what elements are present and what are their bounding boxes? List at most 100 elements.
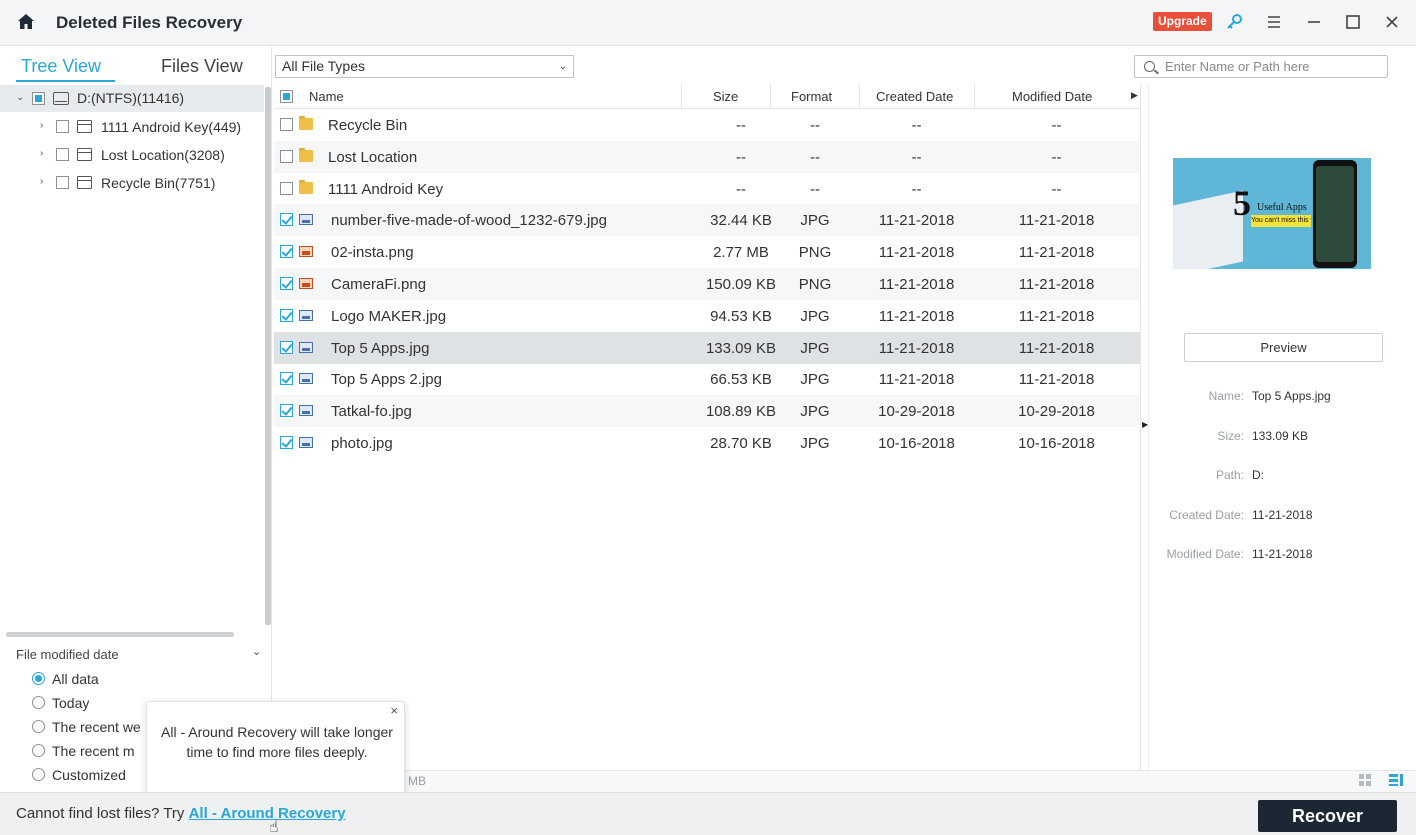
- row-checkbox[interactable]: [280, 340, 293, 354]
- row-checkbox[interactable]: [280, 277, 293, 290]
- table-row[interactable]: Logo MAKER.jpg 94.53 KB JPG 11-21-2018 11-21…: [274, 300, 1140, 332]
- table-row[interactable]: Lost Location -- -- -- --: [274, 140, 1140, 173]
- tree-item-drive[interactable]: ⌄ D:(NTFS)(11416): [0, 85, 264, 112]
- detail-label: Name:: [1208, 389, 1244, 403]
- tree-vertical-scrollbar[interactable]: [265, 87, 271, 625]
- tree-checkbox-drive[interactable]: [32, 92, 45, 105]
- preview-panel: 5 Useful Apps You can't miss this week P…: [1148, 84, 1416, 770]
- recover-button[interactable]: Recover: [1258, 800, 1397, 832]
- table-row[interactable]: number-five-made-of-wood_1232-679.jpg 32.…: [274, 204, 1140, 237]
- tree-item-android-key[interactable]: › 1111 Android Key(449): [0, 114, 264, 140]
- row-name: Recycle Bin: [328, 117, 408, 134]
- radio-customized[interactable]: [32, 768, 45, 781]
- column-divider: [859, 84, 860, 109]
- chevron-down-icon: ⌄: [558, 61, 567, 72]
- table-row[interactable]: Top 5 Apps 2.jpg 66.53 KB JPG 11-21-2018 11-…: [274, 363, 1140, 395]
- column-name[interactable]: Name: [309, 89, 344, 104]
- menu-icon[interactable]: [1264, 12, 1284, 32]
- tree-item-recycle-bin[interactable]: › Recycle Bin(7751): [0, 170, 264, 196]
- column-divider: [681, 84, 682, 109]
- table-row[interactable]: 02-insta.png 2.77 MB PNG 11-21-2018 11-21-20…: [274, 236, 1140, 268]
- file-table: Name Size Format Created Date Modified D…: [274, 84, 1140, 770]
- table-row[interactable]: Recycle Bin -- -- -- --: [274, 109, 1140, 141]
- tooltip-text: All - Around Recovery will take longer t…: [161, 724, 393, 760]
- bottom-prompt: Cannot find lost files? Try All - Around…: [16, 805, 346, 822]
- thumb-title: Useful Apps: [1257, 202, 1307, 213]
- radio-today[interactable]: [32, 696, 45, 709]
- tree-checkbox[interactable]: [56, 176, 69, 189]
- list-view-icon[interactable]: [1388, 773, 1404, 787]
- row-size: --: [736, 148, 746, 166]
- detail-label: Size:: [1217, 428, 1244, 443]
- detail-label: Path:: [1215, 468, 1244, 483]
- search-box[interactable]: [1134, 55, 1388, 78]
- radio-recent-month[interactable]: [32, 744, 45, 757]
- search-input[interactable]: [1165, 58, 1380, 75]
- row-name: 1111 Android Key: [328, 180, 444, 198]
- chevron-down-icon[interactable]: ⌄: [252, 645, 261, 658]
- tree-item-lost-location[interactable]: › Lost Location(3208): [0, 142, 264, 168]
- table-row[interactable]: Top 5 Apps.jpg 133.09 KB JPG 11-21-2018 11-2…: [274, 331, 1140, 364]
- key-icon[interactable]: [1224, 12, 1244, 32]
- radio-recent-week[interactable]: [32, 720, 45, 733]
- column-modified-date[interactable]: Modified Date: [1012, 89, 1092, 104]
- row-checkbox[interactable]: [280, 181, 293, 195]
- column-created-date[interactable]: Created Date: [876, 89, 953, 104]
- scroll-right-icon[interactable]: ▶: [1131, 90, 1138, 101]
- chevron-right-icon[interactable]: ›: [40, 121, 48, 131]
- row-checkbox[interactable]: [280, 118, 293, 131]
- close-icon[interactable]: ×: [390, 703, 398, 718]
- table-row[interactable]: CameraFi.png 150.09 KB PNG 11-21-2018 11-21-…: [274, 268, 1140, 300]
- maximize-icon[interactable]: [1343, 12, 1363, 32]
- column-format[interactable]: Format: [791, 89, 832, 104]
- table-row[interactable]: photo.jpg 28.70 KB JPG 10-16-2018 10-16-2018: [274, 427, 1140, 459]
- row-checkbox[interactable]: [280, 245, 293, 259]
- tree-horizontal-scrollbar[interactable]: [6, 632, 234, 637]
- table-row[interactable]: 1111 Android Key -- -- -- --: [274, 173, 1140, 205]
- table-row[interactable]: Tatkal-fo.jpg 108.89 KB JPG 10-29-2018 10-29…: [274, 395, 1140, 428]
- row-name: CameraFi.png: [331, 276, 427, 293]
- row-modified: 11-21-2018: [1018, 339, 1095, 357]
- row-checkbox[interactable]: [280, 308, 293, 322]
- row-format: PNG: [798, 276, 832, 293]
- row-checkbox[interactable]: [280, 404, 293, 418]
- radio-all-data[interactable]: [32, 672, 45, 685]
- folder-icon: [299, 179, 313, 194]
- row-checkbox[interactable]: [280, 213, 293, 227]
- chevron-right-icon[interactable]: ›: [40, 149, 48, 159]
- detail-value: Top 5 Apps.jpg: [1252, 389, 1331, 403]
- preview-button[interactable]: Preview: [1184, 333, 1383, 362]
- row-size: 28.70 KB: [710, 435, 772, 452]
- row-modified: 10-29-2018: [1018, 403, 1095, 421]
- chevron-right-icon[interactable]: ›: [40, 177, 48, 187]
- row-checkbox[interactable]: [280, 436, 293, 449]
- row-name: photo.jpg: [331, 435, 393, 452]
- select-all-checkbox[interactable]: [280, 90, 293, 103]
- row-checkbox[interactable]: [280, 372, 293, 386]
- row-name: Lost Location: [328, 148, 418, 166]
- tree-checkbox[interactable]: [56, 148, 69, 161]
- row-format: --: [810, 117, 820, 134]
- row-checkbox[interactable]: [280, 149, 293, 163]
- column-size[interactable]: Size: [713, 89, 738, 104]
- image-file-icon: [299, 214, 313, 226]
- upgrade-button[interactable]: Upgrade: [1153, 12, 1212, 31]
- row-created: 11-21-2018: [878, 276, 955, 293]
- row-modified: 11-21-2018: [1018, 307, 1095, 325]
- chevron-down-icon[interactable]: ⌄: [16, 93, 24, 103]
- row-created: 11-21-2018: [878, 339, 955, 357]
- tab-files-view[interactable]: Files View: [161, 56, 243, 77]
- home-icon[interactable]: [16, 12, 36, 32]
- image-file-icon: [299, 309, 313, 321]
- row-format: JPG: [800, 307, 830, 325]
- minimize-icon[interactable]: [1304, 12, 1324, 32]
- image-file-icon: [299, 373, 313, 385]
- row-size: --: [736, 180, 746, 198]
- tree-checkbox[interactable]: [56, 120, 69, 133]
- all-around-recovery-link[interactable]: All - Around Recovery: [189, 805, 346, 822]
- close-icon[interactable]: [1382, 12, 1402, 32]
- row-name: 02-insta.png: [331, 244, 414, 262]
- grid-view-icon[interactable]: [1358, 773, 1372, 787]
- tab-tree-view[interactable]: Tree View: [21, 56, 101, 77]
- file-type-select[interactable]: All File Types ⌄: [275, 55, 574, 78]
